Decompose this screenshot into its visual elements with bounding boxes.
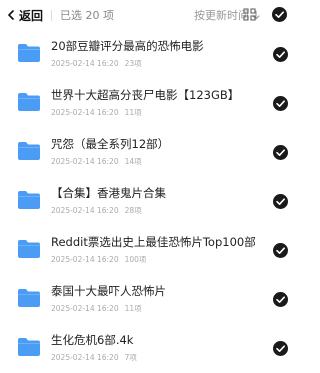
- check-circle-icon[interactable]: [273, 243, 288, 258]
- file-date: 2025-02-14 16:20: [51, 206, 119, 215]
- file-date: 2025-02-14 16:20: [51, 108, 119, 117]
- file-date: 2025-02-14 16:20: [51, 59, 119, 68]
- back-label: 返回: [19, 8, 44, 23]
- file-row[interactable]: 世界十大超高分丧尸电影【123GB】 2025-02-14 16:20 11项: [0, 79, 320, 128]
- file-list: 20部豆瓣评分最高的恐怖电影 2025-02-14 16:20 23项世界十大超高分…: [0, 30, 320, 373]
- file-meta: 2025-02-14 16:20 7项: [51, 352, 137, 363]
- file-name: 世界十大超高分丧尸电影【123GB】: [51, 88, 240, 102]
- back-button[interactable]: 返回: [8, 7, 43, 24]
- chevron-left-icon: [8, 10, 14, 20]
- file-name: 泰国十大最吓人恐怖片: [51, 284, 166, 298]
- file-date: 2025-02-14 16:20: [51, 353, 119, 362]
- file-meta: 2025-02-14 16:20 100项: [51, 254, 146, 265]
- check-circle-icon[interactable]: [273, 96, 288, 111]
- file-meta: 2025-02-14 16:20 11项: [51, 303, 142, 314]
- file-size: 11项: [124, 108, 142, 117]
- check-circle-icon[interactable]: [273, 47, 288, 62]
- file-row[interactable]: 泰国十大最吓人恐怖片 2025-02-14 16:20 11项: [0, 275, 320, 324]
- file-name: 咒怨（最全系列12部）: [51, 137, 170, 151]
- file-size: 28项: [124, 206, 142, 215]
- check-circle-icon[interactable]: [273, 292, 288, 307]
- file-size: 23项: [124, 59, 142, 68]
- file-size: 11项: [124, 304, 142, 313]
- grid-view-icon[interactable]: [243, 8, 256, 21]
- folder-icon: [18, 240, 40, 258]
- file-row[interactable]: 咒怨（最全系列12部） 2025-02-14 16:20 14项: [0, 128, 320, 177]
- file-row[interactable]: 【合集】香港鬼片合集 2025-02-14 16:20 28项: [0, 177, 320, 226]
- check-circle-icon[interactable]: [273, 145, 288, 160]
- select-all-check-icon[interactable]: [272, 7, 287, 22]
- file-meta: 2025-02-14 16:20 11项: [51, 107, 142, 118]
- selected-count: 已选 20 项: [60, 9, 115, 22]
- file-name: 20部豆瓣评分最高的恐怖电影: [51, 39, 204, 53]
- file-name: 生化危机6部.4k: [51, 333, 134, 347]
- file-size: 7项: [124, 353, 137, 362]
- check-circle-icon[interactable]: [273, 194, 288, 209]
- file-meta: 2025-02-14 16:20 23项: [51, 58, 142, 69]
- file-name: Reddit票选出史上最佳恐怖片Top100部: [51, 235, 256, 249]
- folder-icon: [18, 93, 40, 111]
- folder-icon: [18, 142, 40, 160]
- divider: [51, 9, 53, 21]
- file-row[interactable]: 20部豆瓣评分最高的恐怖电影 2025-02-14 16:20 23项: [0, 30, 320, 79]
- file-row[interactable]: 生化危机6部.4k 2025-02-14 16:20 7项: [0, 324, 320, 373]
- file-size: 14项: [124, 157, 142, 166]
- file-name: 【合集】香港鬼片合集: [51, 186, 166, 200]
- file-date: 2025-02-14 16:20: [51, 255, 119, 264]
- sort-label: 按更新时间: [194, 9, 249, 22]
- top-bar: 返回 已选 20 项 按更新时间: [0, 0, 298, 30]
- file-meta: 2025-02-14 16:20 14项: [51, 156, 142, 167]
- folder-icon: [18, 289, 40, 307]
- file-date: 2025-02-14 16:20: [51, 157, 119, 166]
- check-circle-icon[interactable]: [273, 341, 288, 356]
- file-size: 100项: [124, 255, 147, 264]
- file-date: 2025-02-14 16:20: [51, 304, 119, 313]
- folder-icon: [18, 191, 40, 209]
- file-row[interactable]: Reddit票选出史上最佳恐怖片Top100部 2025-02-14 16:20 1…: [0, 226, 320, 275]
- folder-icon: [18, 338, 40, 356]
- file-meta: 2025-02-14 16:20 28项: [51, 205, 142, 216]
- folder-icon: [18, 44, 40, 62]
